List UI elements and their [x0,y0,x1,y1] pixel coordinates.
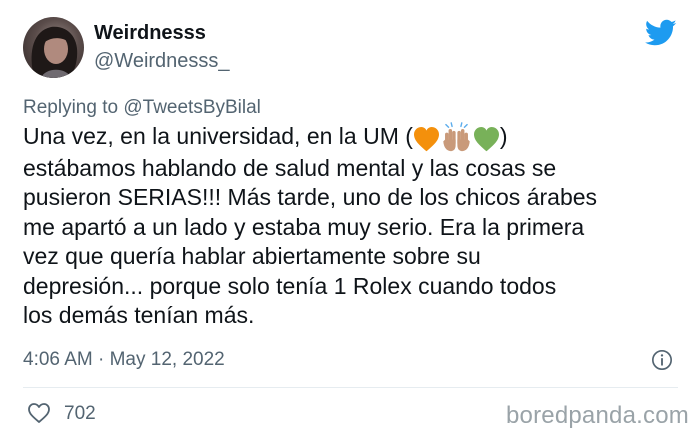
tweet-text: Una vez, en la universidad, en la UM () … [23,122,683,331]
tweet-timestamp[interactable]: 4:06 AM · May 12, 2022 [23,349,225,371]
tweet-text-rest: ) estábamos hablando de salud mental y l… [23,123,598,329]
avatar-photo [31,26,78,78]
info-icon[interactable] [651,349,673,371]
like-count: 702 [64,403,96,424]
heart-outline-icon[interactable] [27,402,51,424]
reply-prefix: Replying to [23,97,119,118]
author-handle[interactable]: @Weirdnesss_ [94,50,230,73]
watermark: boredpanda.com [506,402,689,429]
raising-hands-icon [443,122,470,152]
avatar[interactable] [23,17,84,78]
author-display-name[interactable]: Weirdnesss [94,22,206,45]
emoji-group [413,122,500,154]
green-heart-icon [473,127,499,152]
divider [23,387,678,388]
reply-mention-link[interactable]: @TweetsByBilal [123,97,261,118]
reply-context: Replying to @TweetsByBilal [23,97,261,119]
orange-heart-icon [413,127,439,152]
twitter-bird-icon[interactable] [645,19,677,47]
tweet-text-start: Una vez, en la universidad, en la UM ( [23,123,413,149]
